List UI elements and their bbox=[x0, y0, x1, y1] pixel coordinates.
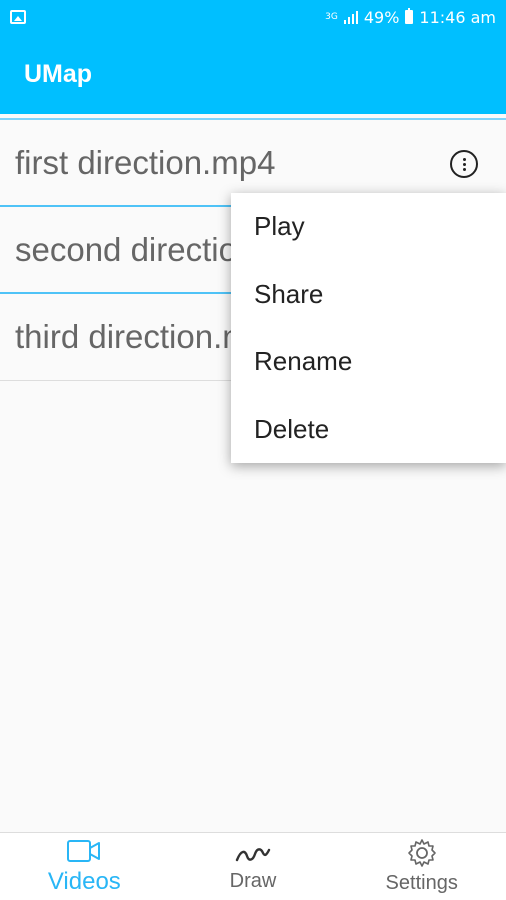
context-menu: Play Share Rename Delete bbox=[231, 193, 506, 463]
bottom-navigation: Videos Draw Settings bbox=[0, 832, 506, 900]
nav-draw[interactable]: Draw bbox=[169, 833, 338, 900]
nav-settings[interactable]: Settings bbox=[337, 833, 506, 900]
menu-item-share[interactable]: Share bbox=[231, 261, 506, 329]
menu-item-rename[interactable]: Rename bbox=[231, 328, 506, 396]
more-options-icon[interactable] bbox=[450, 150, 478, 178]
app-bar: UMap bbox=[0, 34, 506, 114]
clock: 11:46 am bbox=[419, 7, 496, 27]
squiggle-icon bbox=[235, 848, 271, 862]
signal-icon bbox=[343, 10, 358, 24]
network-type: 3G bbox=[325, 11, 338, 22]
nav-label: Settings bbox=[385, 872, 458, 894]
menu-item-play[interactable]: Play bbox=[231, 193, 506, 261]
menu-item-delete[interactable]: Delete bbox=[231, 396, 506, 464]
status-bar: 3G 49% 11:46 am bbox=[0, 0, 506, 34]
gallery-icon bbox=[10, 10, 26, 24]
status-right: 3G 49% 11:46 am bbox=[325, 8, 496, 27]
video-camera-icon bbox=[67, 839, 101, 862]
nav-label: Draw bbox=[229, 870, 277, 892]
battery-icon bbox=[405, 8, 414, 24]
nav-videos[interactable]: Videos bbox=[0, 833, 169, 900]
battery-percent: 49% bbox=[363, 7, 400, 27]
gear-icon bbox=[407, 839, 436, 867]
nav-label: Videos bbox=[47, 867, 121, 895]
video-name: first direction.mp4 bbox=[15, 143, 276, 181]
app-title: UMap bbox=[24, 59, 93, 88]
